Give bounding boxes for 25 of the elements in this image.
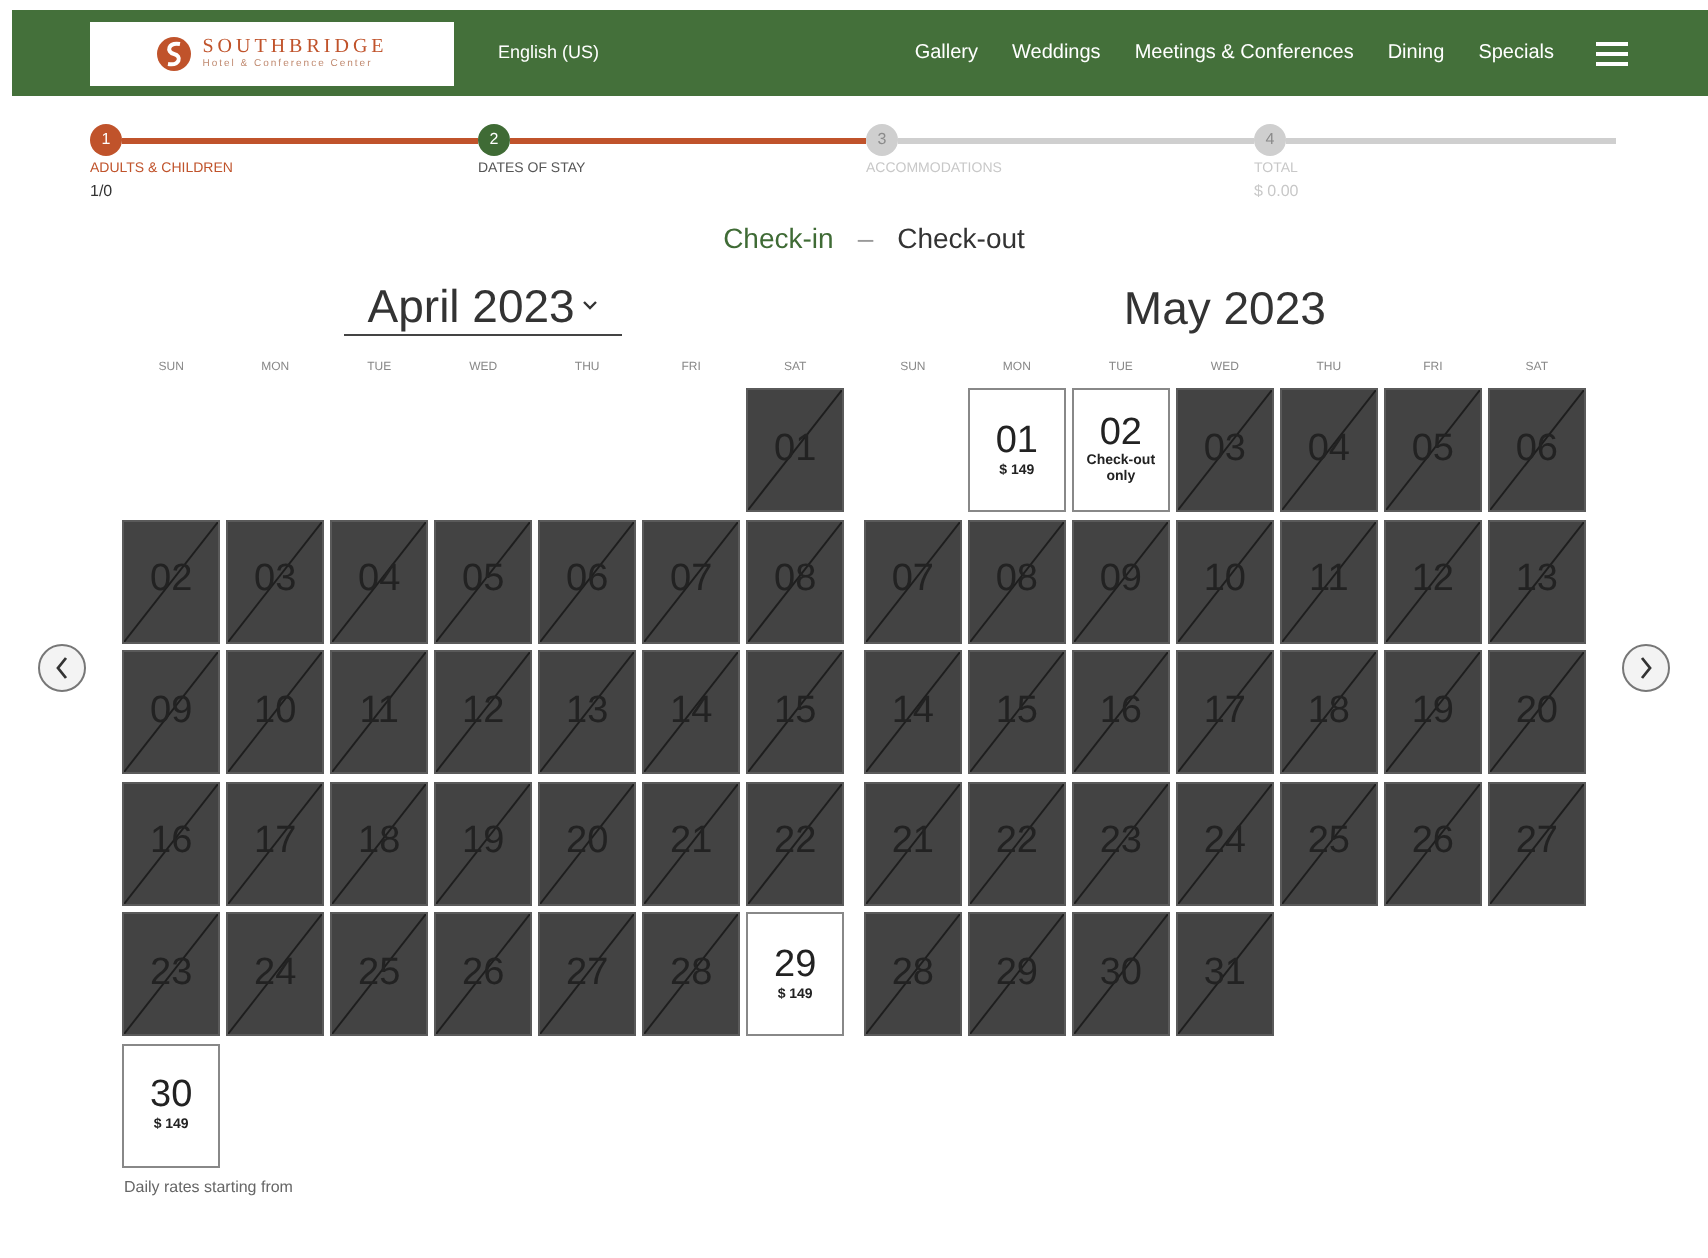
nav-link[interactable]: Dining [1387,38,1445,68]
previous-month-button[interactable] [37,644,86,692]
month-dropdown[interactable]: April 2023 [343,278,623,336]
menu-icon[interactable] [1596,41,1628,65]
step-value: 1/0 [90,182,115,202]
chevron-left-icon [53,656,70,680]
logo-mark-icon [156,35,193,71]
step-number: 3 [866,124,898,156]
check-out-label: Check-out [897,220,1025,258]
step-number: 4 [1254,124,1286,156]
chevron-down-icon [582,300,599,312]
rates-note: Daily rates starting from [124,1175,295,1199]
month-title: May 2023 [1123,280,1326,336]
next-month-button[interactable] [1622,644,1671,692]
step-number: 2 [478,124,510,156]
range-separator: – [857,220,874,258]
nav-link[interactable]: Weddings [1012,38,1101,68]
chevron-right-icon [1638,656,1655,680]
check-in-label: Check-in [723,220,834,258]
language-link[interactable]: English (US) [498,39,600,67]
logo-name: SOUTHBRIDGE [202,37,388,57]
nav-link[interactable]: Meetings & Conferences [1134,38,1354,68]
step-number: 1 [90,124,122,156]
nav-link[interactable]: Specials [1478,38,1554,68]
nav-link[interactable]: Gallery [914,38,979,68]
